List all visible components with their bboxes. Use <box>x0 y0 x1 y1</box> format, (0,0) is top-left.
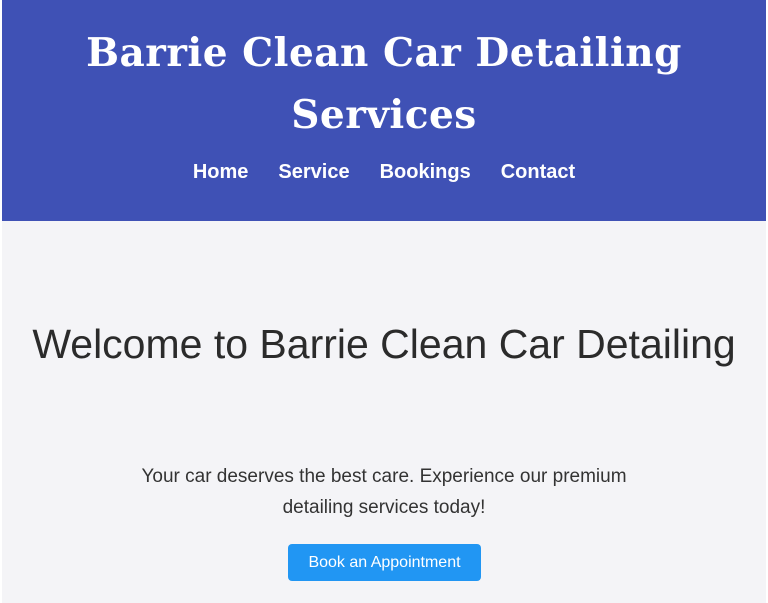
nav-link-service[interactable]: Service <box>278 156 349 188</box>
site-header: Barrie Clean Car Detailing Services Home… <box>2 0 766 221</box>
site-title: Barrie Clean Car Detailing Services <box>86 30 682 138</box>
hero-text: Your car deserves the best care. Experie… <box>141 466 627 518</box>
nav-link-contact[interactable]: Contact <box>501 156 575 188</box>
nav-link-bookings[interactable]: Bookings <box>380 156 471 188</box>
page: Barrie Clean Car Detailing Services Home… <box>0 0 768 603</box>
book-appointment-button[interactable]: Book an Appointment <box>288 544 481 581</box>
nav-link-home[interactable]: Home <box>193 156 249 188</box>
hero-heading: Welcome to Barrie Clean Car Detailing <box>32 321 736 367</box>
main-nav: Home Service Bookings Contact <box>2 156 766 188</box>
hero-section: Welcome to Barrie Clean Car Detailing Yo… <box>2 221 766 603</box>
